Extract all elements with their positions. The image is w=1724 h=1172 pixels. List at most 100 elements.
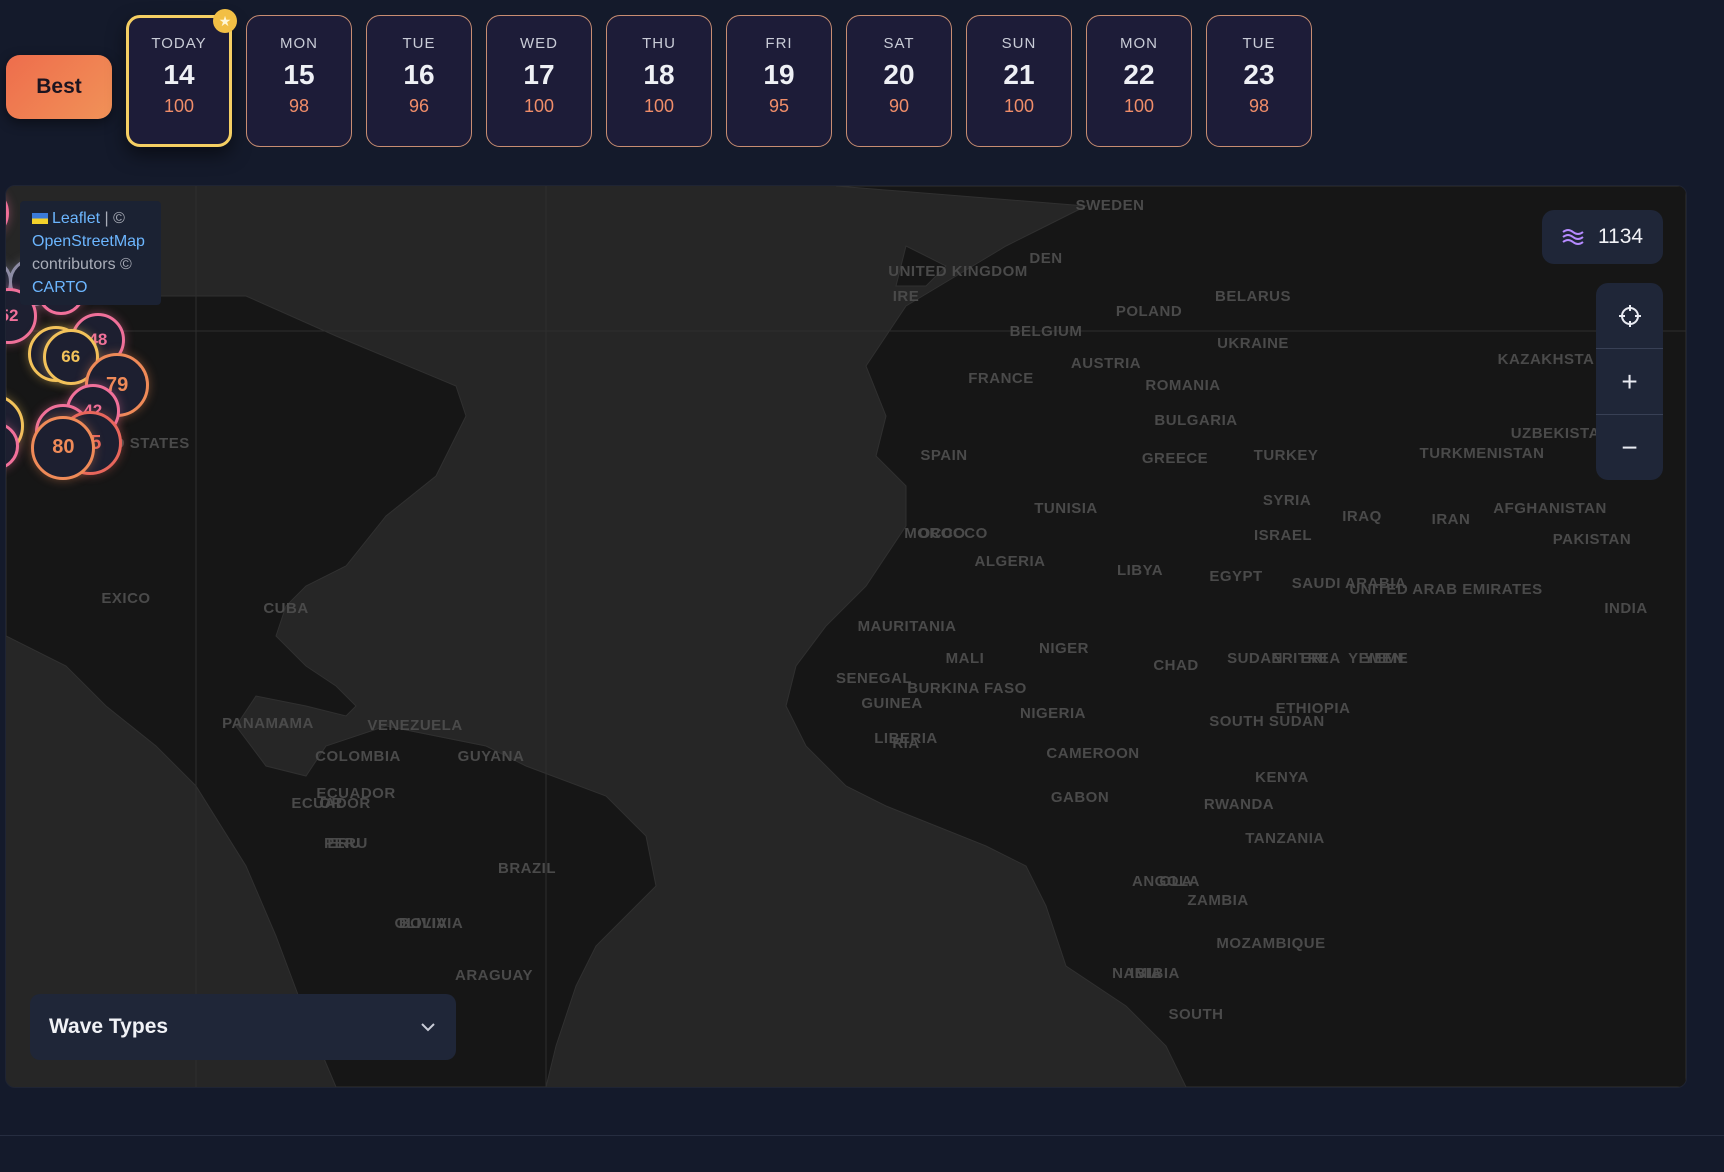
day-name: TUE (1242, 35, 1276, 52)
day-date: 23 (1243, 59, 1275, 90)
wave-types-label: Wave Types (49, 1015, 169, 1038)
country-label: NIGER (1038, 640, 1090, 657)
country-label: SPAIN (920, 447, 968, 464)
country-label: PAKISTAN (1552, 531, 1632, 548)
country-label: IRAQ (1342, 508, 1382, 525)
day-score: 100 (643, 96, 675, 116)
country-label: ERI (1300, 650, 1328, 667)
country-label: COLOMBIA (315, 748, 401, 765)
day-date: 16 (403, 59, 435, 90)
country-label: ARAGUAY (455, 967, 533, 984)
country-label: ERU (327, 835, 361, 852)
day-card[interactable]: FRI 19 95 (726, 15, 832, 147)
day-name: FRI (765, 35, 793, 52)
country-label: EGYPT (1209, 568, 1263, 585)
day-score: 90 (888, 96, 910, 116)
country-label: GUYANA (457, 748, 525, 765)
day-score: 100 (523, 96, 555, 116)
day-name: TODAY (151, 35, 207, 52)
day-card[interactable]: MON 15 98 (246, 15, 352, 147)
country-label: BELARUS (1214, 288, 1292, 305)
country-label: FRANCE (968, 370, 1034, 387)
country-label: ALGERIA (974, 553, 1046, 570)
day-score: 95 (768, 96, 790, 116)
country-label: YEME (1363, 650, 1409, 667)
country-label: CUBA (263, 600, 309, 617)
day-name: WED (520, 35, 558, 52)
leaflet-link[interactable]: Leaflet (52, 210, 100, 227)
chevron-down-icon (421, 1023, 435, 1032)
country-label: NIGERIA (1019, 705, 1087, 722)
country-label: ISRAEL (1253, 527, 1313, 544)
spot-count-badge[interactable]: 1134 (1542, 210, 1663, 264)
zoom-in-button[interactable]: + (1596, 349, 1663, 415)
wave-types-dropdown[interactable]: Wave Types (30, 994, 456, 1060)
country-label: TUNISIA (1034, 500, 1098, 517)
country-label: POLAND (1115, 303, 1183, 320)
country-label: BRAZIL (498, 860, 556, 877)
country-label: OLIVIA (394, 915, 448, 932)
country-label: RWANDA (1203, 796, 1275, 813)
country-label: TURKEY (1253, 447, 1319, 464)
country-label: SYRIA (1262, 492, 1312, 509)
country-label: RIA (892, 735, 920, 752)
osm-link[interactable]: OpenStreetMap (32, 233, 145, 250)
country-label: UNITED KINGDOM (888, 263, 1028, 280)
day-score: 98 (288, 96, 310, 116)
day-card[interactable]: THU 18 100 (606, 15, 712, 147)
day-card[interactable]: WED 17 100 (486, 15, 592, 147)
day-card[interactable]: SUN 21 100 (966, 15, 1072, 147)
day-card[interactable]: SAT 20 90 (846, 15, 952, 147)
country-label: AFGHANISTAN (1493, 500, 1607, 517)
day-date: 21 (1003, 59, 1035, 90)
country-label: MALI (945, 650, 985, 667)
day-date: 15 (283, 59, 315, 90)
day-name: MON (1120, 35, 1158, 52)
country-label: AUSTRIA (1070, 355, 1142, 372)
day-score: 100 (1123, 96, 1155, 116)
map-basemap (6, 186, 1686, 1087)
country-label: MAURITANIA (857, 618, 957, 635)
day-date: 17 (523, 59, 555, 90)
carto-link[interactable]: CARTO (32, 279, 87, 296)
attribution-contributors: contributors © (32, 256, 132, 273)
day-date: 18 (643, 59, 675, 90)
country-label: BURKINA FASO (907, 680, 1027, 697)
day-name: SUN (1001, 35, 1037, 52)
country-label: VENEZUELA (367, 717, 463, 734)
day-card[interactable]: TUE 23 98 (1206, 15, 1312, 147)
country-label: SOUTH (1168, 1006, 1224, 1023)
day-card[interactable]: TODAY 14 100 ★ (126, 9, 237, 147)
country-label: KAZAKHSTA (1497, 351, 1595, 368)
day-card[interactable]: MON 22 100 (1086, 15, 1192, 147)
day-date: 20 (883, 59, 915, 90)
spot-cluster-marker[interactable]: 80 (31, 415, 96, 480)
country-label: IRE (892, 288, 920, 305)
best-button[interactable]: Best (6, 55, 112, 119)
day-date: 22 (1123, 59, 1155, 90)
country-label: DEN (1029, 250, 1063, 267)
day-card[interactable]: TUE 16 96 (366, 15, 472, 147)
country-label: GABON (1050, 789, 1110, 806)
country-label: INDIA (1604, 600, 1648, 617)
country-label: ZAMBIA (1187, 892, 1249, 909)
country-label: ECUADOR (291, 795, 371, 812)
country-label: CHAD (1153, 657, 1199, 674)
country-label: UKRAINE (1217, 335, 1289, 352)
crosshair-icon (1618, 304, 1641, 327)
spot-count: 1134 (1597, 225, 1644, 248)
country-label: BULGARIA (1154, 412, 1238, 429)
day-name: THU (642, 35, 676, 52)
star-icon: ★ (213, 9, 237, 33)
day-name: SAT (883, 35, 915, 52)
country-label: BELGIUM (1009, 323, 1083, 340)
map[interactable]: SWEDEN UNITED KINGDOM IRE DEN POLAND BELARUS U… (5, 185, 1687, 1088)
country-label: ROMANIA (1145, 377, 1221, 394)
country-label: IBIA (1130, 965, 1162, 982)
day-score: 96 (408, 96, 430, 116)
ukraine-flag-icon (32, 213, 48, 225)
country-label: MOZAMBIQUE (1216, 935, 1326, 952)
zoom-out-button[interactable]: − (1596, 415, 1663, 480)
locate-button[interactable] (1596, 283, 1663, 349)
map-controls: + − (1596, 283, 1663, 480)
